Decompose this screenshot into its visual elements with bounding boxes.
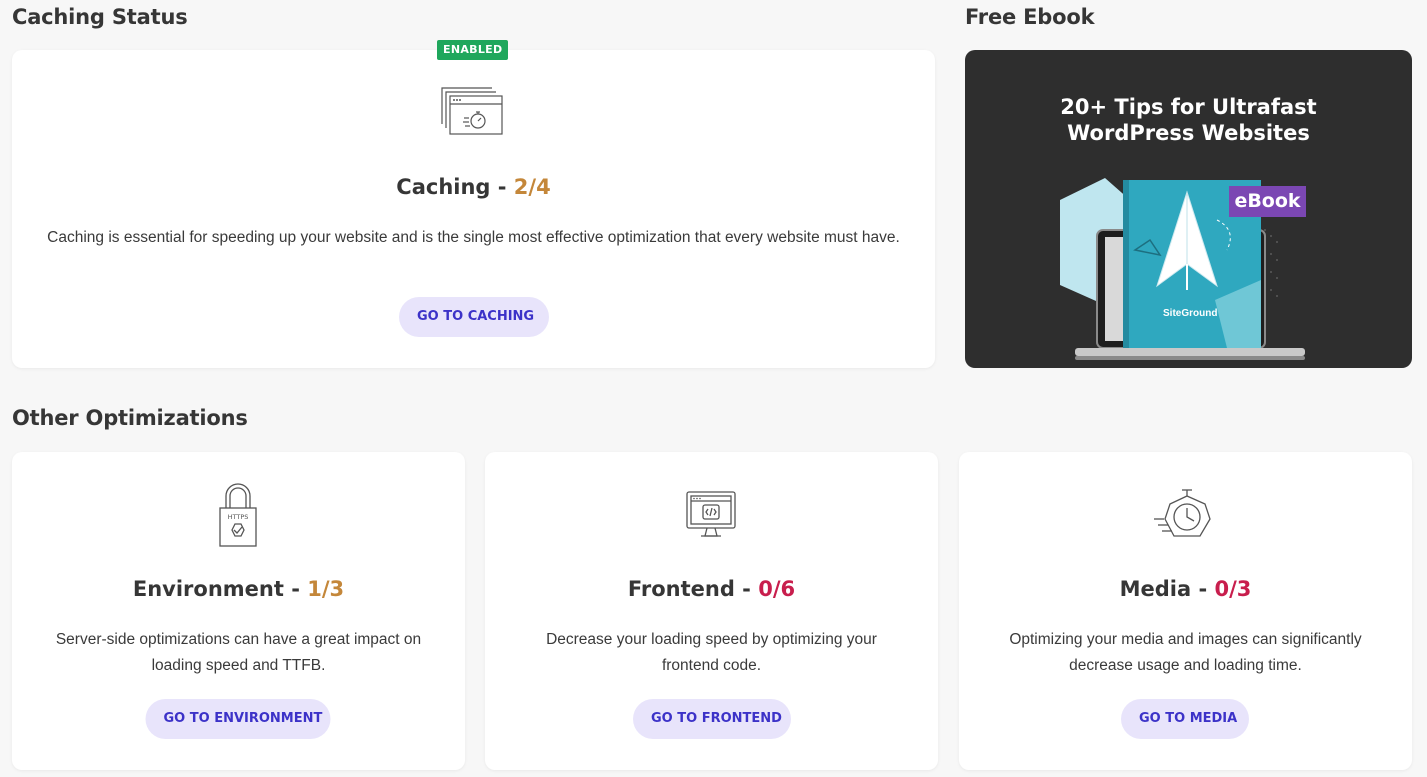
caching-card: Caching - 2/4 Caching is essential for s… [12,50,935,368]
ebook-label: eBook [1229,186,1306,217]
environment-title-text: Environment - [132,577,308,601]
go-to-caching-button[interactable]: GO TO CACHING [399,297,549,337]
caching-status-heading: Caching Status [12,5,188,29]
media-card-title: Media - 0/3 [959,577,1412,601]
environment-card: HTTPS Environment - 1/3 Server-side opti… [12,452,465,770]
other-optimizations-heading: Other Optimizations [12,406,248,430]
caching-description: Caching is essential for speeding up you… [47,229,900,246]
media-description: Optimizing your media and images can sig… [1009,631,1362,674]
caching-card-title: Caching - 2/4 [12,175,935,199]
frontend-card-title: Frontend - 0/6 [485,577,938,601]
frontend-title-text: Frontend - [627,577,759,601]
frontend-description: Decrease your loading speed by optimizin… [546,631,877,674]
media-card: Media - 0/3 Optimizing your media and im… [959,452,1412,770]
go-to-media-button[interactable]: GO TO MEDIA [1121,699,1249,739]
environment-score: 1/3 [307,577,345,601]
caching-score: 2/4 [513,175,551,199]
caching-browser-icon [440,86,506,142]
svg-text:HTTPS: HTTPS [228,513,249,521]
https-lock-icon: HTTPS [218,482,258,552]
frontend-card: Frontend - 0/6 Decrease your loading spe… [485,452,938,770]
caching-title-text: Caching - [396,175,514,199]
go-to-frontend-button[interactable]: GO TO FRONTEND [633,699,791,739]
free-ebook-heading: Free Ebook [965,5,1095,29]
environment-card-title: Environment - 1/3 [12,577,465,601]
ebook-banner[interactable]: 20+ Tips for Ultrafast WordPress Website… [965,50,1412,368]
media-title-text: Media - [1119,577,1215,601]
environment-description: Server-side optimizations can have a gre… [55,631,422,674]
ebook-laptop-illustration: SiteGround [1060,178,1305,360]
enabled-badge: ENABLED [437,40,509,60]
frontend-score: 0/6 [758,577,796,601]
ebook-brand-text: SiteGround [1163,308,1217,319]
media-score: 0/3 [1214,577,1252,601]
code-monitor-icon [685,490,737,544]
go-to-environment-button[interactable]: GO TO ENVIRONMENT [145,699,331,739]
stopwatch-icon [1152,488,1218,546]
